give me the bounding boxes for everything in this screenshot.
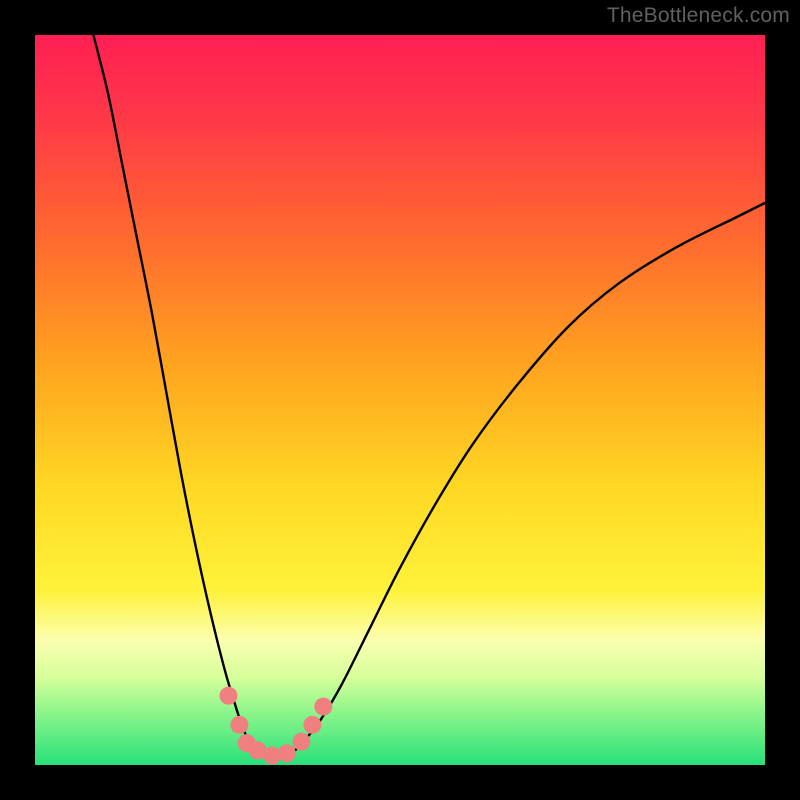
highlight-marker [219,687,237,705]
gradient-background [35,35,765,765]
highlight-marker [230,716,248,734]
highlight-marker [278,744,296,762]
highlight-marker [314,698,332,716]
highlight-marker [292,733,310,751]
bottleneck-chart-svg [35,35,765,765]
watermark-text: TheBottleneck.com [607,4,790,28]
plot-area [35,35,765,765]
chart-frame: TheBottleneck.com [0,0,800,800]
highlight-marker [303,716,321,734]
